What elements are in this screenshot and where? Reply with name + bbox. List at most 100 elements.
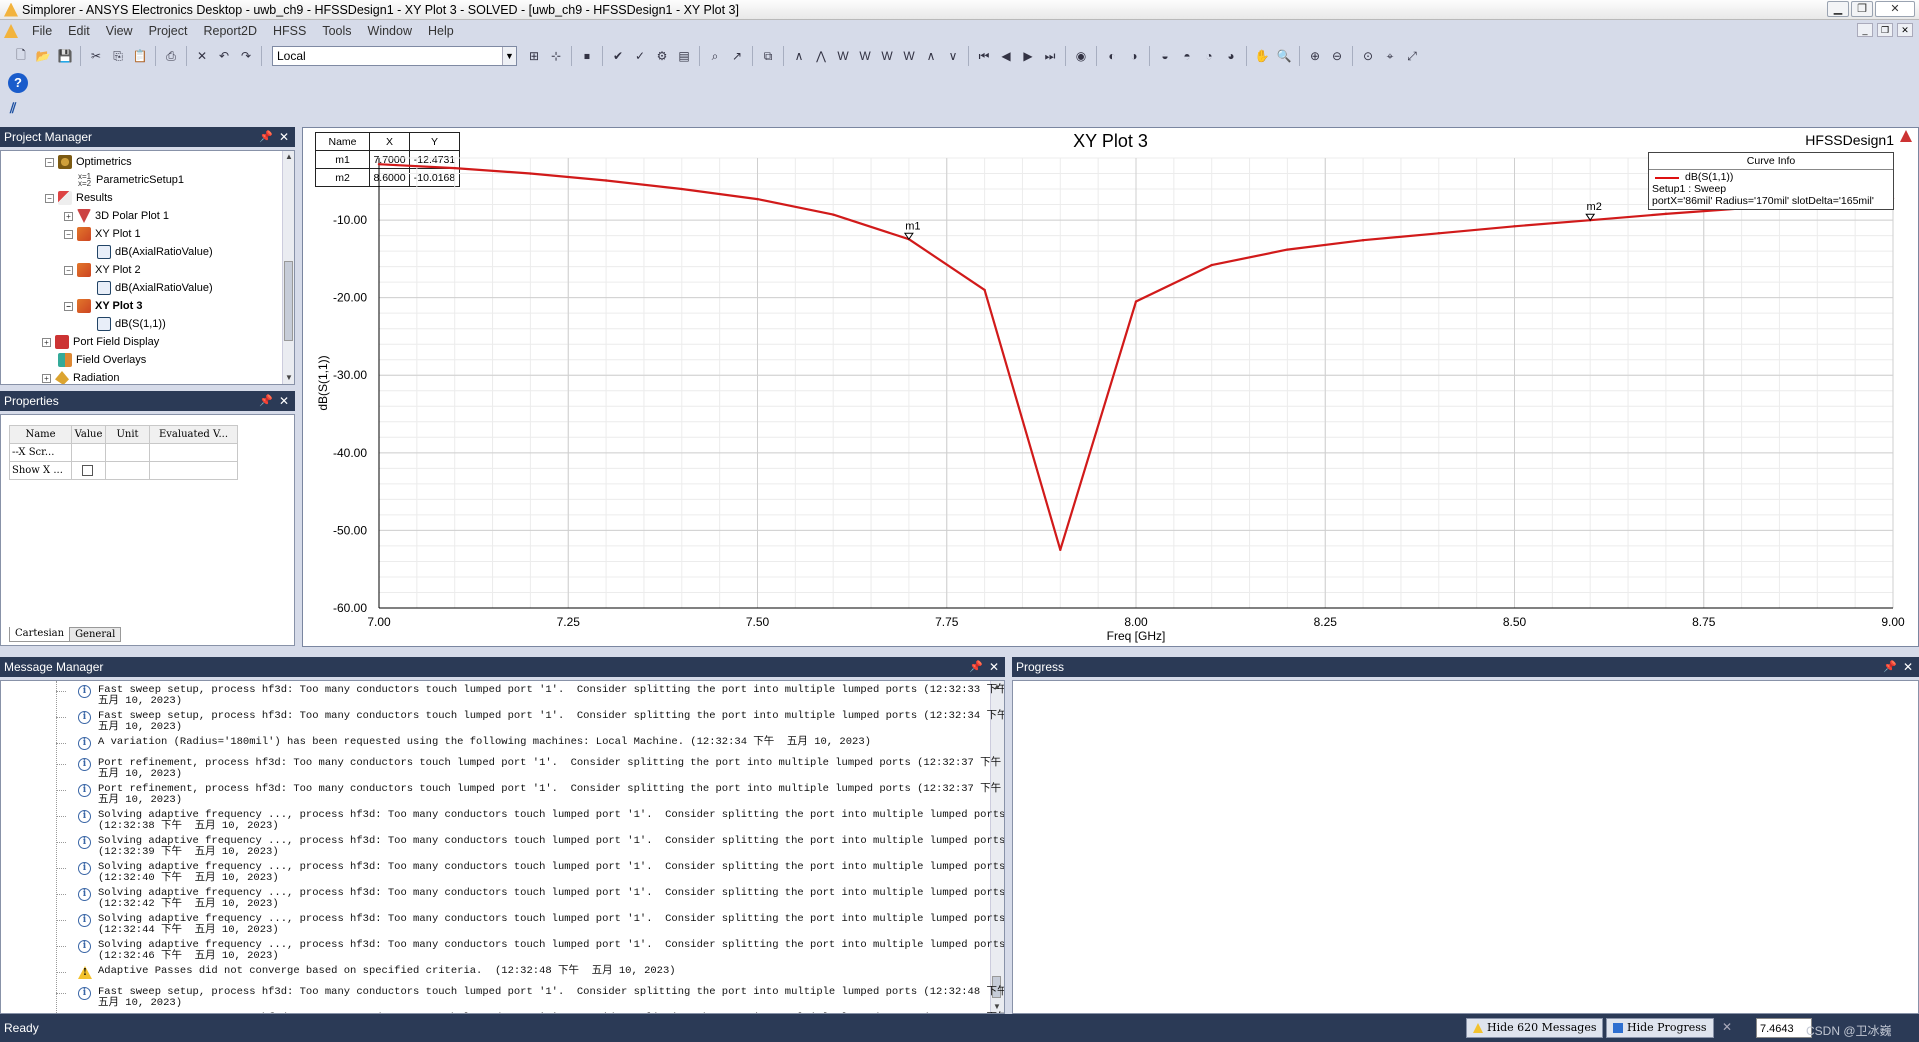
- curve-info-legend[interactable]: Curve Info dB(S(1,1)) Setup1 : Sweep por…: [1648, 152, 1894, 210]
- view-1-icon[interactable]: ◐: [1103, 47, 1121, 65]
- pin-icon[interactable]: 📌: [1883, 657, 1897, 677]
- mdi-restore-icon[interactable]: ❐: [1877, 23, 1893, 37]
- last-icon[interactable]: ⏭: [1041, 47, 1059, 65]
- message-item[interactable]: Fast sweep setup, process hf3d: Too many…: [98, 987, 1004, 1009]
- marker-max-icon[interactable]: ⋀: [812, 47, 830, 65]
- copy-image-icon[interactable]: ⧉: [759, 47, 777, 65]
- new-icon[interactable]: 🗋: [12, 47, 30, 65]
- menu-file[interactable]: File: [24, 24, 60, 38]
- scroll-thumb[interactable]: [284, 261, 293, 341]
- zoom-in-icon[interactable]: ⊕: [1306, 47, 1324, 65]
- property-value[interactable]: [71, 461, 106, 480]
- delete-icon[interactable]: ✕: [193, 47, 211, 65]
- collapse-icon[interactable]: −: [64, 229, 73, 239]
- eye-icon[interactable]: ◉: [1072, 47, 1090, 65]
- chart-icon[interactable]: ↗: [728, 47, 746, 65]
- tree-item-results[interactable]: − Results: [45, 189, 113, 207]
- expand-icon[interactable]: +: [42, 373, 51, 383]
- message-item[interactable]: A variation (Radius='180mil') has been r…: [98, 737, 871, 748]
- message-item[interactable]: Solving adaptive frequency ..., process …: [98, 914, 1004, 936]
- relative-cs-icon[interactable]: ⊹: [547, 47, 565, 65]
- tree-item-xy-plot-1[interactable]: − XY Plot 1: [64, 225, 141, 243]
- tree-item-3d-polar-plot-1[interactable]: +3D Polar Plot 1: [64, 207, 169, 225]
- message-item[interactable]: Solving adaptive frequency ..., process …: [98, 862, 1004, 884]
- menu-window[interactable]: Window: [360, 24, 420, 38]
- tree-scrollbar[interactable]: ▲ ▼: [282, 151, 294, 384]
- close-icon[interactable]: ✕: [279, 391, 289, 411]
- close-icon[interactable]: ✕: [279, 127, 289, 147]
- marker-icon[interactable]: ∧: [790, 47, 808, 65]
- tree-item-curve[interactable]: dB(AxialRatioValue): [97, 243, 213, 261]
- first-icon[interactable]: ⏮: [975, 47, 993, 65]
- field-edit-icon[interactable]: ⤢: [1403, 47, 1421, 65]
- copy-icon[interactable]: ⎘: [109, 47, 127, 65]
- cut-icon[interactable]: ✂: [87, 47, 105, 65]
- table-row[interactable]: Show X ...: [9, 461, 238, 480]
- tree-item-optimetrics[interactable]: − Optimetrics: [45, 153, 132, 171]
- analyze-icon[interactable]: ⚙: [653, 47, 671, 65]
- coordinate-icon[interactable]: ⊞: [525, 47, 543, 65]
- close-icon[interactable]: ✕: [1722, 1020, 1732, 1034]
- mdi-close-icon[interactable]: ✕: [1897, 23, 1913, 37]
- validate-icon[interactable]: ✔: [609, 47, 627, 65]
- mdi-doc-icon[interactable]: [4, 24, 18, 38]
- message-item[interactable]: Adaptive Passes did not converge based o…: [98, 966, 676, 977]
- property-value[interactable]: [71, 443, 106, 462]
- view-3-icon[interactable]: ◒: [1156, 47, 1174, 65]
- message-item[interactable]: Solving adaptive frequency ..., process …: [98, 810, 1004, 832]
- collapse-icon[interactable]: −: [64, 301, 73, 311]
- open-icon[interactable]: 📂: [34, 47, 52, 65]
- message-item[interactable]: Solving adaptive frequency ..., process …: [98, 836, 1004, 858]
- marker-prev-icon[interactable]: W: [878, 47, 896, 65]
- show-x-checkbox[interactable]: [82, 465, 93, 476]
- check-icon[interactable]: ✓: [631, 47, 649, 65]
- plot-window[interactable]: XY Plot 3 HFSSDesign1 Name X Y m1 7.7000…: [302, 127, 1919, 647]
- menu-hfss[interactable]: HFSS: [265, 24, 314, 38]
- view-5-icon[interactable]: ◔: [1200, 47, 1218, 65]
- tree-item-xy-plot-2[interactable]: − XY Plot 2: [64, 261, 141, 279]
- restore-icon[interactable]: ❐: [1851, 1, 1873, 17]
- view-6-icon[interactable]: ◕: [1222, 47, 1240, 65]
- collapse-icon[interactable]: −: [45, 193, 54, 203]
- prev-icon[interactable]: ◀: [997, 47, 1015, 65]
- fit-all-icon[interactable]: ⊙: [1359, 47, 1377, 65]
- tree-item-field-overlays[interactable]: Field Overlays: [58, 351, 146, 369]
- marker-next-icon[interactable]: W: [856, 47, 874, 65]
- mdi-minimize-icon[interactable]: _: [1857, 23, 1873, 37]
- pin-icon[interactable]: 📌: [969, 657, 983, 677]
- print-icon[interactable]: ⎙: [162, 47, 180, 65]
- hide-progress-button[interactable]: Hide Progress: [1606, 1018, 1714, 1038]
- marker-left-icon[interactable]: W: [900, 47, 918, 65]
- results-icon[interactable]: ▤: [675, 47, 693, 65]
- menu-edit[interactable]: Edit: [60, 24, 98, 38]
- message-item[interactable]: Port refinement, process hf3d: Too many …: [98, 758, 1001, 780]
- menu-report2d[interactable]: Report2D: [195, 24, 265, 38]
- view-4-icon[interactable]: ◓: [1178, 47, 1196, 65]
- pan-icon[interactable]: ✋: [1253, 47, 1271, 65]
- tree-item-curve[interactable]: dB(AxialRatioValue): [97, 279, 213, 297]
- hide-messages-button[interactable]: Hide 620 Messages: [1466, 1018, 1604, 1038]
- expand-icon[interactable]: +: [42, 337, 51, 347]
- fit-icon[interactable]: ⌕: [706, 47, 724, 65]
- scroll-up-icon[interactable]: ▲: [283, 151, 294, 163]
- pin-icon[interactable]: 📌: [259, 391, 273, 411]
- coordinate-system-select[interactable]: Local ▼: [272, 46, 517, 66]
- collapse-icon[interactable]: −: [45, 157, 54, 167]
- menu-view[interactable]: View: [98, 24, 141, 38]
- tree-item-parametricsetup1[interactable]: x=1 x=2 ParametricSetup1: [78, 171, 184, 189]
- marker-down-icon[interactable]: ∨: [944, 47, 962, 65]
- stop-icon[interactable]: ⏹: [578, 47, 596, 65]
- paste-icon[interactable]: 📋: [131, 47, 149, 65]
- minimize-icon[interactable]: ▁: [1827, 1, 1849, 17]
- expand-icon[interactable]: +: [64, 211, 73, 221]
- report-icon[interactable]: ⫽: [10, 100, 30, 118]
- menu-help[interactable]: Help: [420, 24, 462, 38]
- message-item[interactable]: Fast sweep setup, process hf3d: Too many…: [98, 711, 1004, 733]
- marker-min-icon[interactable]: W: [834, 47, 852, 65]
- message-item[interactable]: Solving adaptive frequency ..., process …: [98, 888, 1004, 910]
- zoom-icon[interactable]: 🔍: [1275, 47, 1293, 65]
- tree-item-curve[interactable]: dB(S(1,1)): [97, 315, 166, 333]
- chevron-down-icon[interactable]: ▼: [502, 47, 516, 65]
- save-icon[interactable]: 💾: [56, 47, 74, 65]
- menu-tools[interactable]: Tools: [314, 24, 359, 38]
